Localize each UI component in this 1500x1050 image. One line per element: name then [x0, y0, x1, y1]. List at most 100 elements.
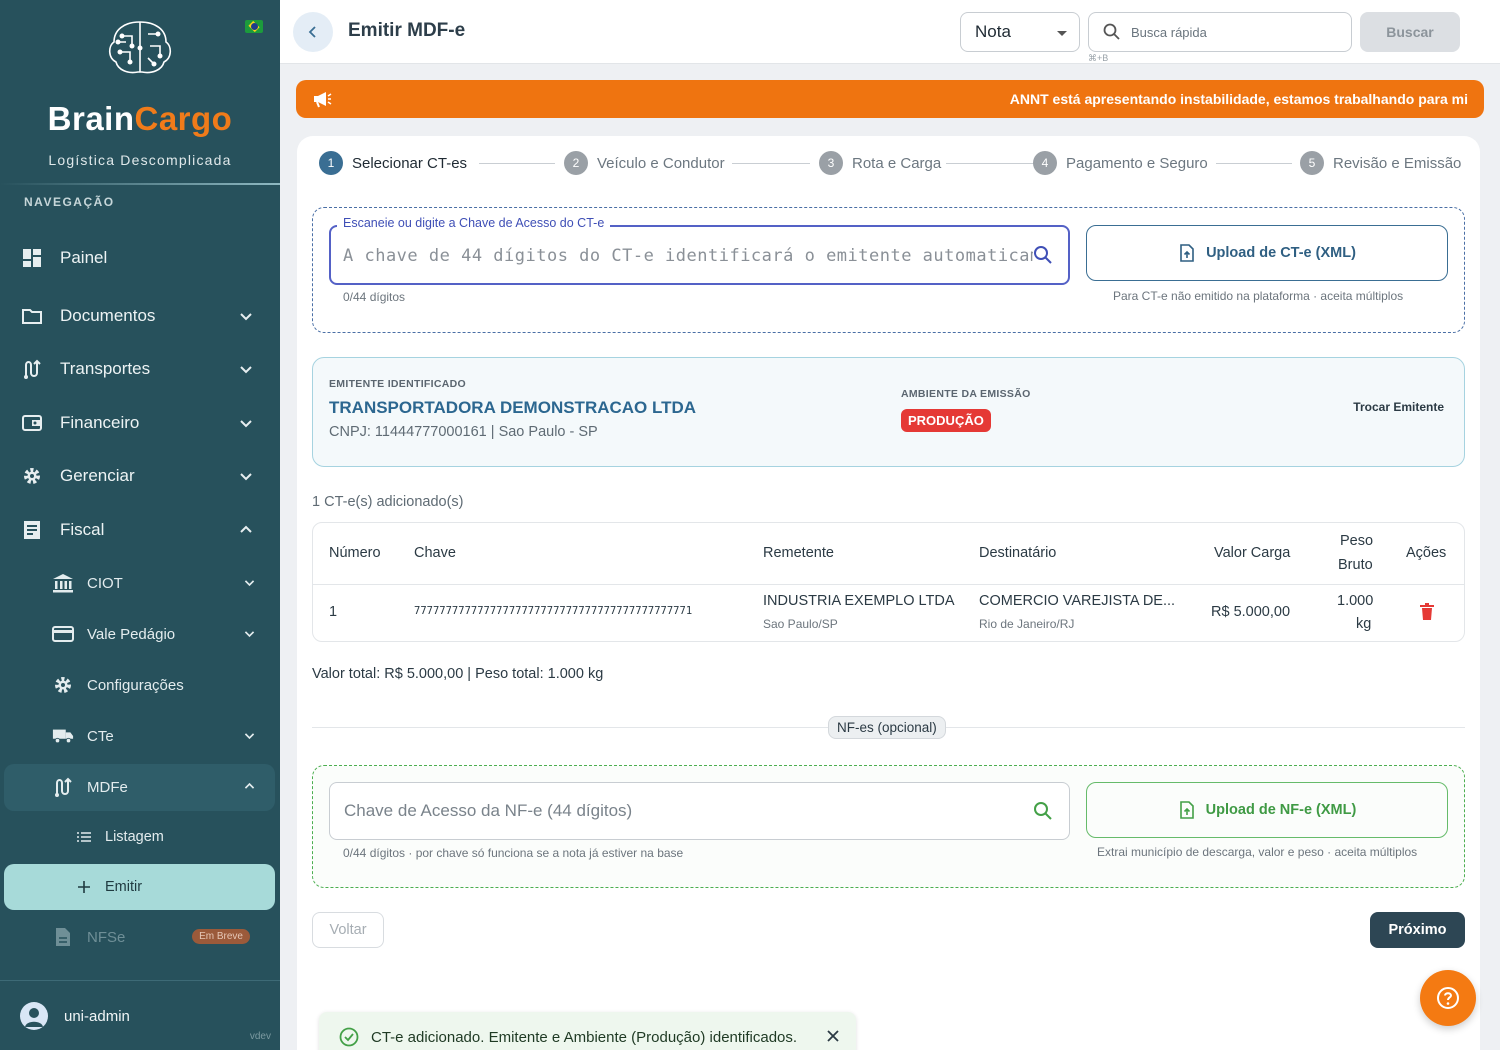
trash-icon[interactable] [1420, 603, 1434, 620]
chevron-up-icon [240, 525, 252, 533]
close-icon[interactable] [826, 1029, 840, 1043]
upload-label: Upload de CT-e (XML) [1206, 245, 1356, 261]
gear-icon [22, 466, 42, 486]
document-type-select[interactable]: Nota [960, 12, 1080, 52]
avatar-icon [20, 1002, 48, 1030]
upload-label: Upload de NF-e (XML) [1205, 802, 1357, 818]
user-menu[interactable]: uni-admin [20, 1002, 130, 1030]
version-label: vdev [249, 1031, 271, 1042]
cell-chave: 7777777777777777777777777777777777777777… [414, 605, 693, 617]
toast-message: CT-e adicionado. Emitente e Ambiente (Pr… [371, 1028, 798, 1046]
chevron-down-icon [244, 631, 255, 638]
column-header[interactable]: Número [329, 545, 381, 561]
switch-emitter-button[interactable]: Trocar Emitente [1353, 400, 1444, 414]
sidebar-item-financeiro[interactable]: Financeiro [0, 398, 280, 448]
bank-icon [52, 572, 74, 594]
help-button[interactable] [1420, 970, 1476, 1026]
step-number: 2 [564, 151, 588, 175]
cell-destinatario: COMERCIO VAREJISTA DE... [979, 593, 1176, 609]
sidebar-item-transportes[interactable]: Transportes [0, 344, 280, 394]
logo-area: BrainCargo Logística Descomplicada [0, 0, 280, 185]
search-icon[interactable] [1033, 801, 1053, 821]
next-step-button[interactable]: Próximo [1370, 912, 1465, 948]
nfe-digit-counter: 0/44 dígitos · por chave só funciona se … [343, 846, 684, 860]
sidebar-item-label: CIOT [87, 574, 123, 592]
cell-peso: 1.000 [1337, 593, 1374, 609]
chevron-up-icon [244, 782, 255, 789]
step-rota-carga[interactable]: 3 Rota e Carga [819, 151, 941, 175]
sidebar-item-documentos[interactable]: Documentos [0, 291, 280, 341]
nfe-key-input[interactable]: Chave de Acesso da NF-e (44 dígitos) [329, 782, 1070, 840]
sidebar-item-listagem[interactable]: Listagem [0, 814, 280, 860]
sidebar-item-label: Financeiro [60, 413, 140, 432]
search-icon[interactable] [1033, 245, 1053, 265]
step-label: Veículo e Condutor [597, 154, 725, 172]
brand-name: BrainCargo [47, 100, 233, 137]
sidebar-item-emitir[interactable]: Emitir [0, 864, 280, 910]
main-card: 1 Selecionar CT-es 2 Veículo e Condutor … [297, 136, 1480, 1050]
wizard-stepper: 1 Selecionar CT-es 2 Veículo e Condutor … [319, 151, 1461, 175]
sidebar-item-cte[interactable]: CTe [0, 713, 280, 759]
sidebar-item-label: MDFe [87, 778, 128, 796]
sidebar-item-painel[interactable]: Painel [0, 233, 280, 283]
emitter-cnpj: CNPJ: 11444777000161 | Sao Paulo - SP [329, 424, 598, 440]
step-number: 4 [1033, 151, 1057, 175]
coming-soon-badge: Em Breve [192, 929, 250, 944]
gear-icon [52, 674, 74, 696]
sidebar-item-gerenciar[interactable]: Gerenciar [0, 451, 280, 501]
step-number: 1 [319, 151, 343, 175]
select-value: Nota [975, 22, 1011, 41]
search-button[interactable]: Buscar [1360, 12, 1460, 52]
chevron-down-icon [240, 366, 252, 374]
totals-summary: Valor total: R$ 5.000,00 | Peso total: 1… [312, 666, 604, 682]
sidebar-item-fiscal[interactable]: Fiscal [0, 505, 280, 555]
sidebar: BrainCargo Logística Descomplicada NAVEG… [0, 0, 280, 1050]
step-revisao-emissao[interactable]: 5 Revisão e Emissão [1300, 151, 1461, 175]
step-number: 5 [1300, 151, 1324, 175]
column-header[interactable]: Destinatário [979, 545, 1056, 561]
back-step-button[interactable]: Voltar [312, 912, 384, 948]
sidebar-item-configuracoes[interactable]: Configurações [0, 662, 280, 708]
sidebar-item-label: Fiscal [60, 520, 105, 539]
search-placeholder: Busca rápida [1131, 24, 1207, 40]
document-icon [52, 926, 74, 948]
column-header[interactable]: Chave [414, 545, 456, 561]
step-connector [479, 163, 555, 164]
sidebar-item-vale-pedagio[interactable]: Vale Pedágio [0, 611, 280, 657]
cte-count: 1 CT-e(s) adicionado(s) [312, 494, 464, 510]
page-title: Emitir MDF-e [348, 20, 466, 41]
column-header[interactable]: Peso [1340, 533, 1373, 549]
column-header: Ações [1406, 545, 1447, 561]
upload-nfe-help: Extrai município de descarga, valor e pe… [1097, 845, 1418, 859]
quick-search-input[interactable]: Busca rápida [1088, 12, 1352, 52]
sidebar-item-label: Emitir [105, 879, 143, 895]
cell-remetente: INDUSTRIA EXEMPLO LTDA [763, 593, 955, 609]
column-header[interactable]: Valor Carga [1214, 545, 1290, 561]
receipt-icon [22, 520, 42, 540]
cte-entry-box: Escaneie ou digite a Chave de Acesso do … [312, 207, 1465, 333]
step-connector [732, 163, 810, 164]
upload-cte-button[interactable]: Upload de CT-e (XML) [1086, 225, 1448, 281]
step-veiculo-condutor[interactable]: 2 Veículo e Condutor [564, 151, 725, 175]
column-header[interactable]: Remetente [763, 545, 834, 561]
brazil-flag-icon[interactable] [245, 20, 263, 33]
back-button[interactable] [293, 12, 333, 52]
file-upload-icon [1179, 801, 1194, 819]
success-toast: CT-e adicionado. Emitente e Ambiente (Pr… [319, 1012, 856, 1050]
chevron-down-icon [240, 420, 252, 428]
sidebar-item-mdfe[interactable]: MDFe [0, 764, 280, 810]
step-selecionar-ctes[interactable]: 1 Selecionar CT-es [319, 151, 467, 175]
keyboard-shortcut-hint: ⌘+B [1088, 53, 1109, 63]
alert-message: ANNT está apresentando instabilidade, es… [1009, 91, 1468, 107]
step-label: Pagamento e Seguro [1066, 154, 1208, 172]
cell-destinatario-location: Rio de Janeiro/RJ [979, 617, 1075, 631]
step-pagamento-seguro[interactable]: 4 Pagamento e Seguro [1033, 151, 1208, 175]
column-header[interactable]: Bruto [1338, 557, 1373, 573]
brand-tagline: Logística Descomplicada [48, 152, 232, 168]
wallet-icon [22, 413, 42, 433]
chevron-left-icon [308, 26, 316, 38]
search-icon [1103, 23, 1120, 40]
sidebar-item-ciot[interactable]: CIOT [0, 560, 280, 606]
instability-alert: ANNT está apresentando instabilidade, es… [296, 80, 1484, 118]
upload-nfe-button[interactable]: Upload de NF-e (XML) [1086, 782, 1448, 838]
